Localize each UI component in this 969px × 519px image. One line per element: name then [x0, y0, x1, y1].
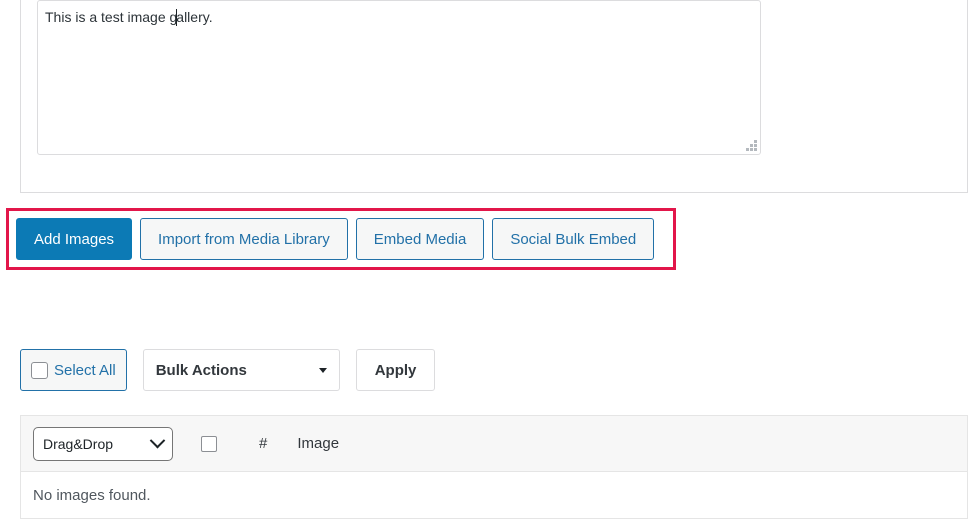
caret-down-icon	[318, 367, 327, 373]
header-select-all-checkbox[interactable]	[201, 435, 217, 452]
import-from-media-library-button[interactable]: Import from Media Library	[140, 218, 348, 260]
bulk-actions-select[interactable]: Bulk Actions	[142, 349, 340, 391]
media-buttons-bar: Add Images Import from Media Library Emb…	[16, 218, 655, 260]
images-table-header-row: Drag&Drop # Image	[21, 416, 967, 472]
column-header-image: Image	[297, 435, 340, 452]
select-all-label: Select All	[54, 361, 116, 379]
select-all-checkbox[interactable]	[31, 361, 48, 379]
embed-media-button[interactable]: Embed Media	[355, 218, 485, 260]
description-text-before-caret: This is a test image g	[45, 9, 178, 25]
bulk-actions-value: Bulk Actions	[155, 361, 247, 379]
no-images-found-message: No images found.	[33, 486, 151, 504]
description-panel: This is a test image gallery.	[20, 0, 968, 193]
description-textarea[interactable]: This is a test image gallery.	[37, 0, 761, 155]
description-textarea-text: This is a test image gallery.	[45, 8, 750, 27]
sort-mode-value: Drag&Drop	[43, 435, 114, 452]
apply-button[interactable]: Apply	[355, 349, 436, 391]
social-bulk-embed-button[interactable]: Social Bulk Embed	[492, 218, 655, 260]
add-images-button[interactable]: Add Images	[16, 218, 133, 260]
images-table-empty-row: No images found.	[21, 472, 967, 519]
description-text-after-caret: allery.	[176, 9, 213, 25]
chevron-down-icon	[149, 432, 166, 449]
select-all-button[interactable]: Select All	[20, 349, 127, 391]
column-header-number: #	[259, 435, 268, 452]
bulk-actions-toolbar: Select All Bulk Actions Apply	[20, 349, 436, 391]
resize-grip-icon[interactable]	[746, 140, 757, 151]
images-table: Drag&Drop # Image No images found.	[20, 415, 968, 519]
sort-mode-select[interactable]: Drag&Drop	[33, 426, 173, 461]
